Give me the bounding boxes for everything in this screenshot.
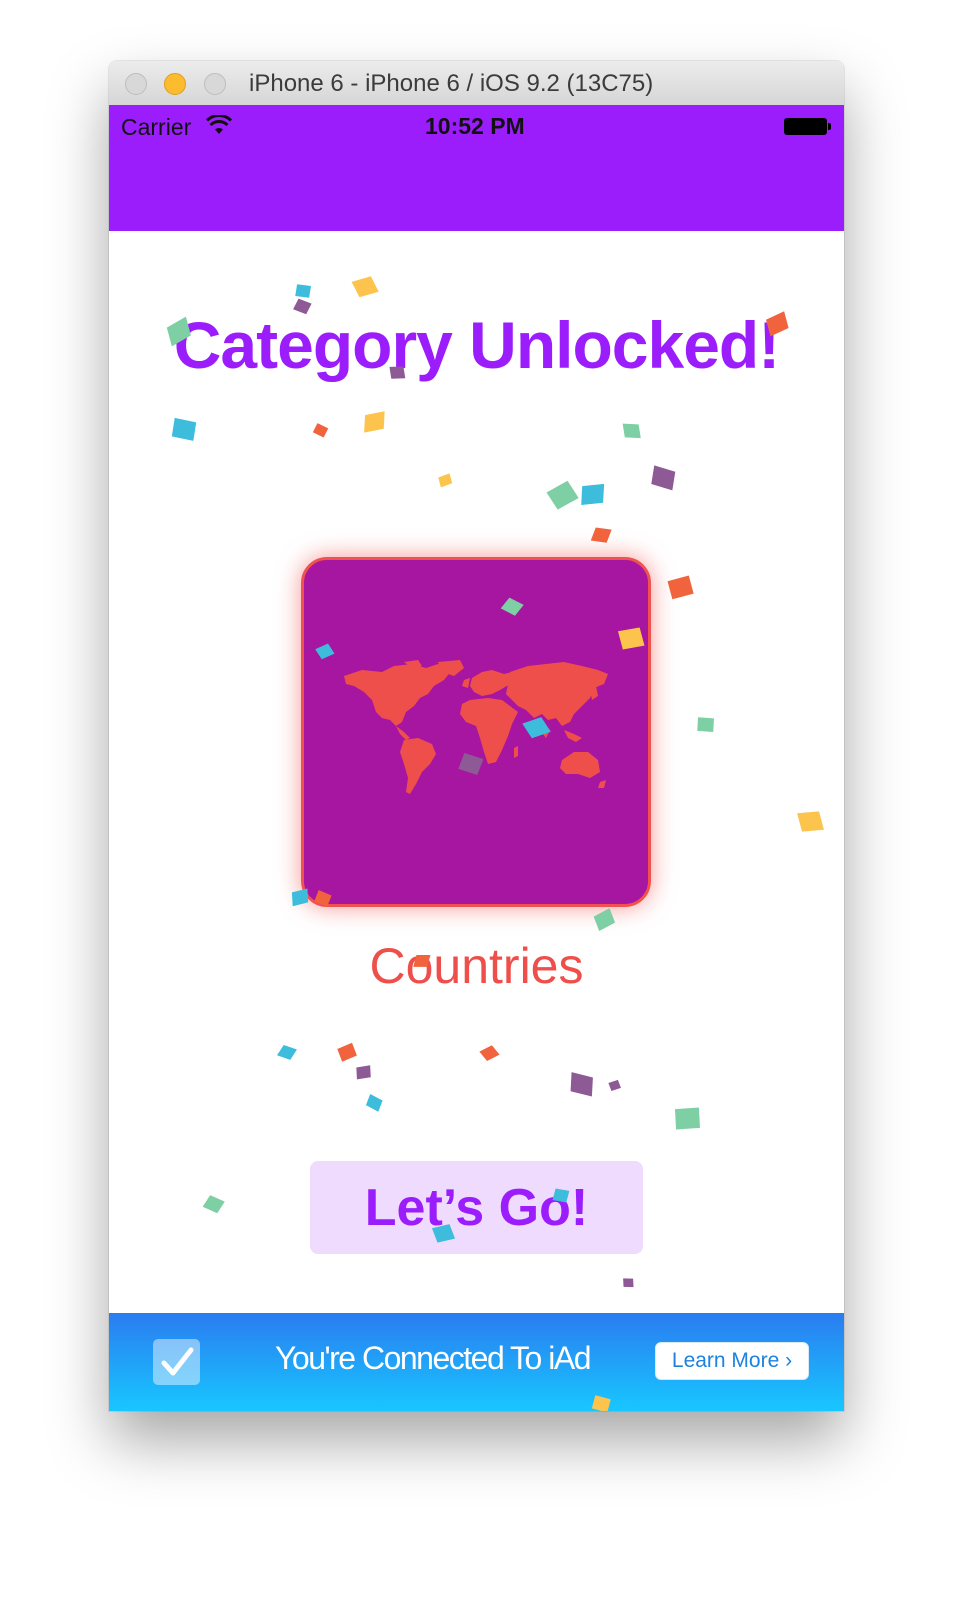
close-window-button[interactable] [125,73,147,95]
battery-icon [784,118,831,135]
window-titlebar: iPhone 6 - iPhone 6 / iOS 9.2 (13C75) [109,61,844,106]
learn-more-button[interactable]: Learn More › [655,1342,809,1380]
status-time: 10:52 PM [425,113,525,139]
wifi-icon [206,115,232,134]
checkmark-icon [153,1339,200,1385]
zoom-window-button[interactable] [204,73,226,95]
category-name: Countries [369,938,584,994]
page-title: Category Unlocked! [173,308,780,382]
ad-message: You're Connected To iAd [275,1340,591,1376]
world-map-icon [344,660,608,794]
unlock-screen: Category Unlocked! Countries Let’s Go! [109,231,844,1313]
window-title: iPhone 6 - iPhone 6 / iOS 9.2 (13C75) [249,70,654,97]
simulator-window: iPhone 6 - iPhone 6 / iOS 9.2 (13C75) Ca… [109,61,844,1411]
category-tile[interactable] [301,557,651,907]
lets-go-button[interactable]: Let’s Go! [310,1161,643,1254]
iad-banner[interactable]: You're Connected To iAd Learn More › [109,1313,844,1411]
status-bar: Carrier 10:52 PM [109,105,844,231]
minimize-window-button[interactable] [164,73,186,95]
carrier-label: Carrier [121,114,192,140]
